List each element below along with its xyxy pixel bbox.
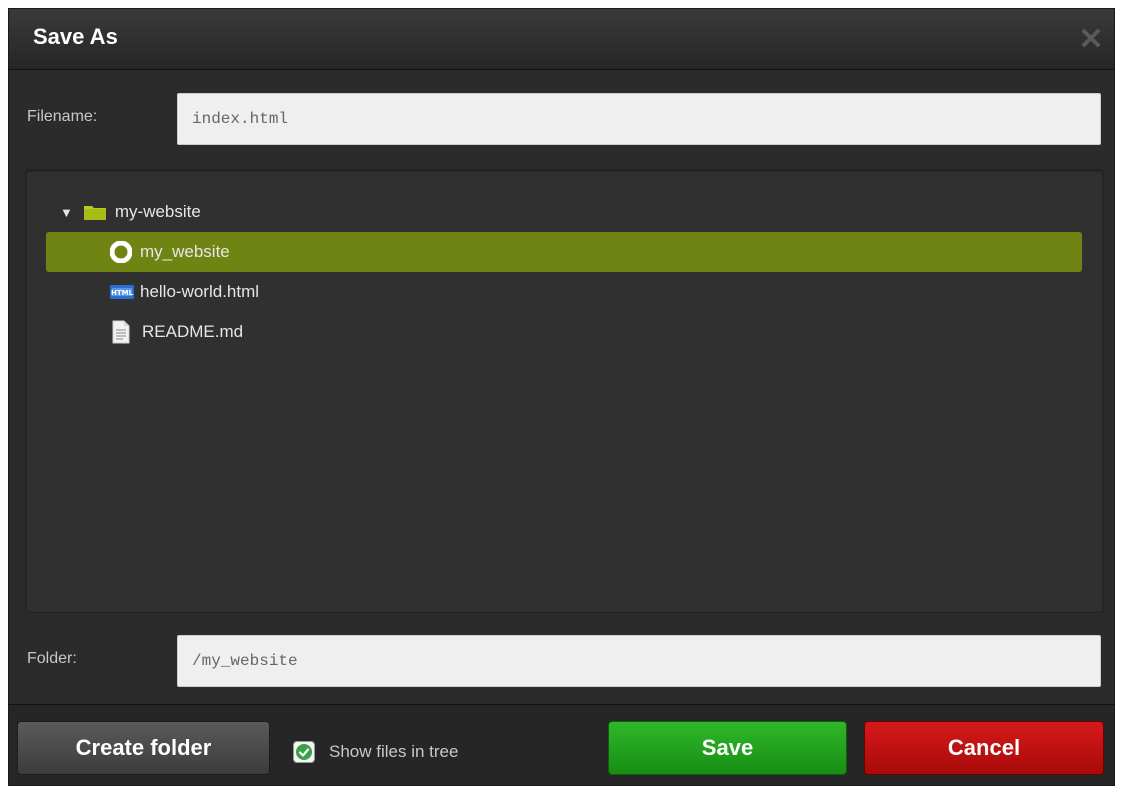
tree-item-label: my-website bbox=[114, 202, 201, 221]
save-as-dialog: Save As ✕ Filename: ▼ my-website my_webs… bbox=[8, 8, 1115, 786]
html-file-icon: HTML bbox=[110, 285, 134, 299]
tree-item-label: hello-world.html bbox=[140, 282, 260, 301]
tree-item-label: README.md bbox=[142, 322, 244, 341]
dialog-title: Save As bbox=[33, 24, 118, 49]
tree-item-my-website-folder[interactable]: ▼ my-website bbox=[60, 192, 201, 232]
show-files-checkbox[interactable] bbox=[293, 741, 315, 763]
folder-label: Folder: bbox=[27, 650, 77, 667]
folder-input[interactable] bbox=[177, 635, 1101, 687]
dialog-titlebar: Save As ✕ bbox=[9, 9, 1114, 70]
file-tree: ▼ my-website my_website HTML hello-world… bbox=[25, 169, 1104, 613]
circle-icon bbox=[110, 241, 132, 263]
cancel-button[interactable]: Cancel bbox=[864, 721, 1104, 775]
show-files-label: Show files in tree bbox=[329, 742, 459, 761]
checkmark-icon bbox=[296, 744, 312, 760]
show-files-toggle[interactable]: Show files in tree bbox=[293, 741, 458, 763]
save-button[interactable]: Save bbox=[608, 721, 847, 775]
tree-item-readme-md[interactable]: README.md bbox=[112, 312, 243, 352]
document-icon bbox=[112, 320, 130, 344]
svg-text:HTML: HTML bbox=[111, 289, 134, 297]
expand-arrow-icon[interactable]: ▼ bbox=[60, 205, 73, 220]
tree-item-hello-world-html[interactable]: HTML hello-world.html bbox=[110, 272, 259, 312]
tree-item-label: my_website bbox=[140, 242, 230, 261]
folder-icon bbox=[83, 206, 106, 220]
close-icon[interactable]: ✕ bbox=[1078, 25, 1104, 55]
filename-label: Filename: bbox=[27, 108, 98, 125]
filename-input[interactable] bbox=[177, 93, 1101, 145]
create-folder-button[interactable]: Create folder bbox=[17, 721, 270, 775]
tree-item-my-website-project[interactable]: my_website bbox=[46, 232, 1082, 272]
dialog-footer: Create folder Show files in tree Save Ca… bbox=[9, 704, 1114, 785]
